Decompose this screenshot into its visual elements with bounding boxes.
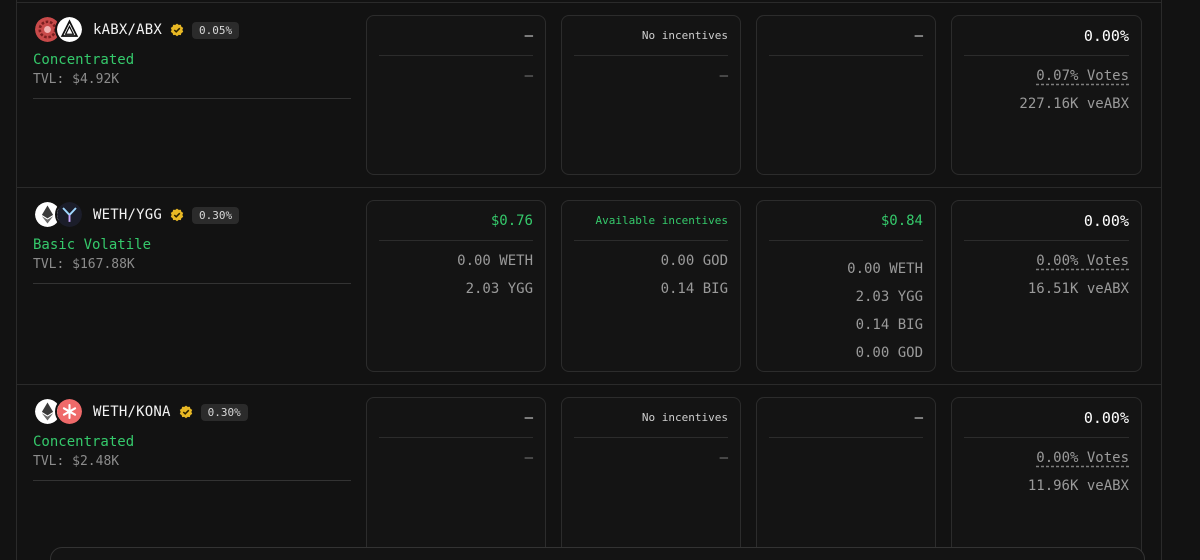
rewards-detail: 2.03 YGG (855, 289, 923, 305)
verified-badge-icon (179, 405, 192, 419)
pool-type: Concentrated (33, 52, 135, 68)
pool-info: kABX/ABX 0.05% Concentrated TVL: $4.92K (33, 14, 351, 99)
rewards-value: $0.84 (769, 201, 923, 241)
vote-card[interactable]: 0.00% 0.07% Votes 227.16K veABX (951, 15, 1142, 175)
vote-card[interactable]: 0.00% 0.00% Votes 11.96K veABX (951, 397, 1142, 560)
fee-badge: 0.30% (192, 206, 240, 224)
incentives-card: No incentives – (561, 15, 741, 175)
pool-info: WETH/KONA 0.30% Concentrated TVL: $2.48K (33, 396, 351, 481)
table-row: WETH/KONA 0.30% Concentrated TVL: $2.48K… (17, 385, 1161, 560)
apr-detail: – (524, 450, 533, 466)
pool-tvl: TVL: $167.88K (33, 257, 135, 272)
verified-badge-icon (170, 208, 184, 222)
apr-value: $0.76 (379, 201, 533, 241)
kona-token-icon (55, 397, 84, 426)
pool-info: WETH/YGG 0.30% Basic Volatile TVL: $167.… (33, 199, 351, 284)
pools-vote-table: kABX/ABX 0.05% Concentrated TVL: $4.92K … (0, 0, 1200, 560)
apr-card: – – (366, 397, 546, 560)
votes-share: 0.00% Votes (1036, 450, 1129, 466)
pool-pair-name[interactable]: WETH/KONA (93, 404, 171, 420)
apr-value: – (379, 16, 533, 56)
token-pair-icons (33, 14, 89, 46)
bottom-action-bar[interactable] (50, 547, 1145, 560)
rewards-card: – (756, 15, 936, 175)
fee-badge: 0.30% (200, 403, 248, 421)
ygg-token-icon (55, 200, 84, 229)
token-pair-icons (33, 199, 89, 231)
vote-percent: 0.00% (964, 201, 1129, 241)
incentives-detail: 0.14 BIG (660, 281, 728, 297)
incentives-detail: – (719, 450, 728, 466)
apr-value: – (379, 398, 533, 438)
fee-badge: 0.05% (192, 21, 240, 39)
apr-card: $0.76 0.00 WETH 2.03 YGG (366, 200, 546, 372)
apr-card: – – (366, 15, 546, 175)
token-pair-icons (33, 396, 89, 428)
incentives-detail: – (719, 68, 728, 84)
rewards-card: $0.84 0.00 WETH 2.03 YGG 0.14 BIG 0.00 G… (756, 200, 936, 372)
rewards-detail: 0.00 GOD (855, 345, 923, 361)
table-row: WETH/YGG 0.30% Basic Volatile TVL: $167.… (17, 188, 1161, 385)
apr-detail: 2.03 YGG (465, 281, 533, 297)
apr-detail: 0.00 WETH (457, 253, 533, 269)
pool-tvl: TVL: $4.92K (33, 72, 120, 87)
rewards-detail: 0.14 BIG (855, 317, 923, 333)
apr-detail: – (524, 68, 533, 84)
table-right-border (1161, 0, 1162, 560)
incentives-card: No incentives – (561, 397, 741, 560)
rewards-card: – (756, 397, 936, 560)
pool-type: Concentrated (33, 434, 135, 450)
ve-amount: 11.96K veABX (1027, 478, 1129, 494)
abx-token-icon (55, 15, 84, 44)
vote-percent: 0.00% (964, 16, 1129, 56)
incentives-detail: 0.00 GOD (660, 253, 728, 269)
incentives-card: Available incentives 0.00 GOD 0.14 BIG (561, 200, 741, 372)
incentives-status: No incentives (574, 16, 728, 56)
pool-pair-name[interactable]: WETH/YGG (93, 207, 162, 223)
rewards-value: – (769, 398, 923, 438)
table-row: kABX/ABX 0.05% Concentrated TVL: $4.92K … (17, 3, 1161, 188)
votes-share: 0.07% Votes (1036, 68, 1129, 84)
vote-card[interactable]: 0.00% 0.00% Votes 16.51K veABX (951, 200, 1142, 372)
pool-pair-name[interactable]: kABX/ABX (93, 22, 162, 38)
rewards-value: – (769, 16, 923, 56)
ve-amount: 16.51K veABX (1027, 281, 1129, 297)
incentives-status: No incentives (574, 398, 728, 438)
vote-percent: 0.00% (964, 398, 1129, 438)
divider (33, 98, 351, 99)
ve-amount: 227.16K veABX (1019, 96, 1129, 112)
pool-tvl: TVL: $2.48K (33, 454, 120, 469)
verified-badge-icon (170, 23, 184, 37)
incentives-status: Available incentives (574, 201, 728, 241)
votes-share: 0.00% Votes (1036, 253, 1129, 269)
pool-type: Basic Volatile (33, 237, 152, 253)
divider (33, 480, 351, 481)
rewards-detail: 0.00 WETH (847, 261, 923, 277)
divider (33, 283, 351, 284)
